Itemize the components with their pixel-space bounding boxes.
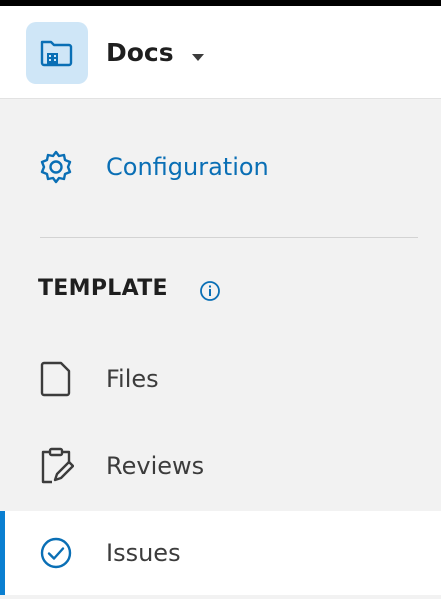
sidebar-item-files[interactable]: Files	[0, 337, 441, 421]
divider	[40, 237, 418, 238]
app-header: Docs	[0, 6, 441, 99]
file-icon	[36, 359, 76, 399]
sidebar-item-label: Files	[106, 365, 159, 393]
sidebar-item-label: Issues	[106, 539, 181, 567]
check-circle-icon	[36, 533, 76, 573]
sidebar-item-label: Configuration	[106, 153, 269, 181]
gear-icon	[36, 147, 76, 187]
info-icon[interactable]	[198, 279, 222, 303]
caret-down-icon[interactable]	[192, 54, 204, 61]
sidebar-item-reviews[interactable]: Reviews	[0, 424, 441, 508]
sidebar-item-configuration[interactable]: Configuration	[0, 125, 441, 209]
clipboard-pen-icon	[36, 446, 76, 486]
sidebar: Configuration TEMPLATE Files Reviews Iss…	[0, 99, 441, 599]
active-indicator	[0, 511, 5, 595]
sidebar-item-issues[interactable]: Issues	[0, 511, 441, 595]
section-title: TEMPLATE	[38, 276, 168, 301]
folder-building-icon[interactable]	[26, 22, 88, 84]
sidebar-item-label: Reviews	[106, 452, 205, 480]
app-name-dropdown[interactable]: Docs	[106, 38, 174, 67]
